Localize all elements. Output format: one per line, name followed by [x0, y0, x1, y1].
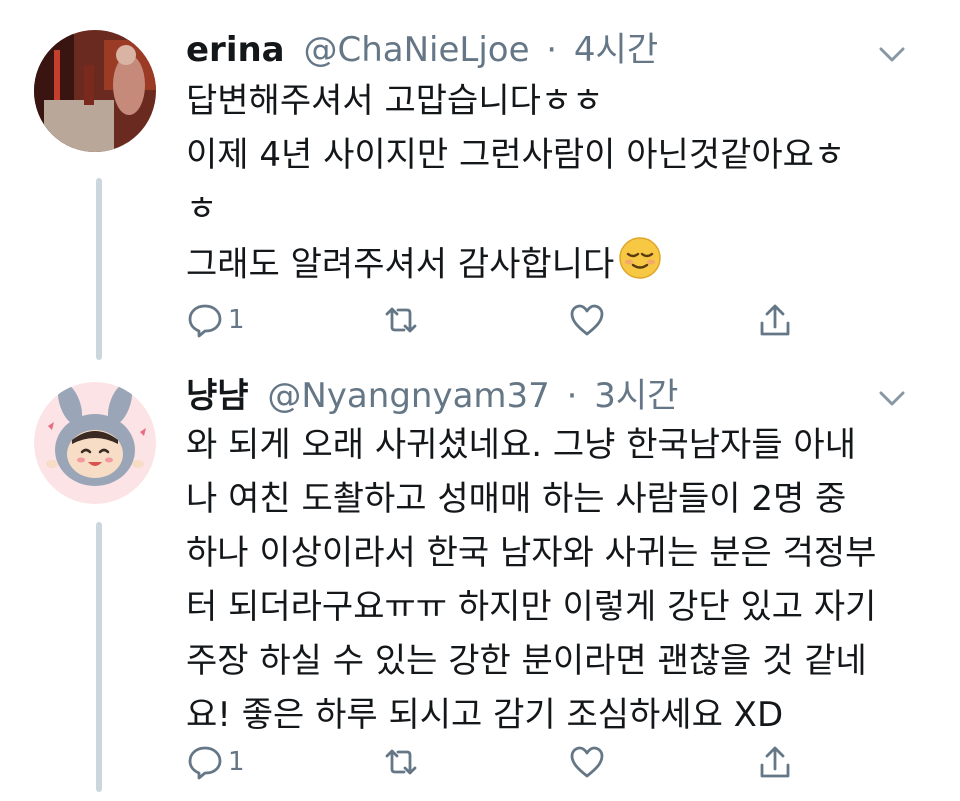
chevron-down-icon[interactable]	[874, 36, 910, 72]
tweet-text: 와 되게 오래 사귀셨네요. 그냥 한국남자들 아내 나 여친 도촬하고 성매매…	[186, 418, 926, 742]
share-button[interactable]	[756, 298, 794, 342]
avatar[interactable]	[34, 30, 156, 152]
display-name[interactable]: 냥냠	[186, 376, 249, 416]
tweet-line: 나 여친 도촬하고 성매매 하는 사람들이 2명 중	[186, 479, 847, 519]
tweet-nyangnyam[interactable]: 냥냠 @Nyangnyam37 · 3시간 와 되게 오래 사귀셨네요. 그냥 …	[0, 360, 960, 801]
tweet-line: 하나 이상이라서 한국 남자와 사귀는 분은 걱정부	[186, 533, 877, 573]
reply-button[interactable]: 1	[186, 298, 245, 342]
tweet-line: 그래도 알려주셔서 감사합니다	[186, 236, 926, 296]
tweet-line: 터 되더라구요ㅠㅠ 하지만 이렇게 강단 있고 자기	[186, 587, 877, 627]
user-handle[interactable]: @Nyangnyam37	[267, 376, 549, 416]
tweet-text: 답변해주셔서 고맙습니다ㅎㅎ 이제 4년 사이지만 그런사람이 아닌것같아요ㅎ …	[186, 74, 926, 296]
retweet-button[interactable]	[382, 740, 420, 784]
tweet-erina[interactable]: erina @ChaNieLjoe · 4시간 답변해주셔서 고맙습니다ㅎㅎ 이…	[0, 0, 960, 360]
tweet-line: ㅎ	[186, 189, 218, 229]
tweet-line: 와 되게 오래 사귀셨네요. 그냥 한국남자들 아내	[186, 425, 856, 465]
tweet-line: 주장 하실 수 있는 강한 분이라면 괜찮을 것 같네	[186, 641, 867, 681]
relieved-face-emoji-icon	[618, 236, 662, 296]
retweet-icon	[385, 749, 417, 775]
tweet-line: 요! 좋은 하루 되시고 감기 조심하세요 XD	[186, 695, 784, 735]
retweet-button[interactable]	[382, 298, 420, 342]
timestamp[interactable]: 3시간	[594, 376, 678, 416]
reply-count: 1	[228, 747, 245, 777]
reply-icon	[188, 746, 222, 780]
heart-icon	[570, 304, 604, 336]
tweet-header: erina @ChaNieLjoe · 4시간	[186, 30, 658, 70]
share-icon	[760, 304, 790, 336]
like-button[interactable]	[568, 298, 606, 342]
tweet-line: 답변해주셔서 고맙습니다ㅎㅎ	[186, 81, 604, 121]
reply-button[interactable]: 1	[186, 740, 245, 784]
user-handle[interactable]: @ChaNieLjoe	[303, 30, 529, 70]
tweet-actions: 1	[186, 740, 826, 784]
chevron-down-icon[interactable]	[874, 380, 910, 416]
retweet-icon	[385, 307, 417, 333]
heart-icon	[570, 746, 604, 778]
tweet-actions: 1	[186, 298, 826, 342]
reply-count: 1	[228, 305, 245, 335]
separator: ·	[546, 30, 558, 70]
tweet-line: 이제 4년 사이지만 그런사람이 아닌것같아요ㅎ	[186, 135, 846, 175]
like-button[interactable]	[568, 740, 606, 784]
tweet-line-text: 그래도 알려주셔서 감사합니다	[186, 244, 615, 285]
tweet-header: 냥냠 @Nyangnyam37 · 3시간	[186, 376, 678, 416]
display-name[interactable]: erina	[186, 30, 285, 70]
separator: ·	[566, 376, 578, 416]
share-icon	[760, 746, 790, 778]
share-button[interactable]	[756, 740, 794, 784]
timestamp[interactable]: 4시간	[574, 30, 658, 70]
reply-icon	[188, 304, 222, 338]
avatar[interactable]	[34, 382, 156, 504]
